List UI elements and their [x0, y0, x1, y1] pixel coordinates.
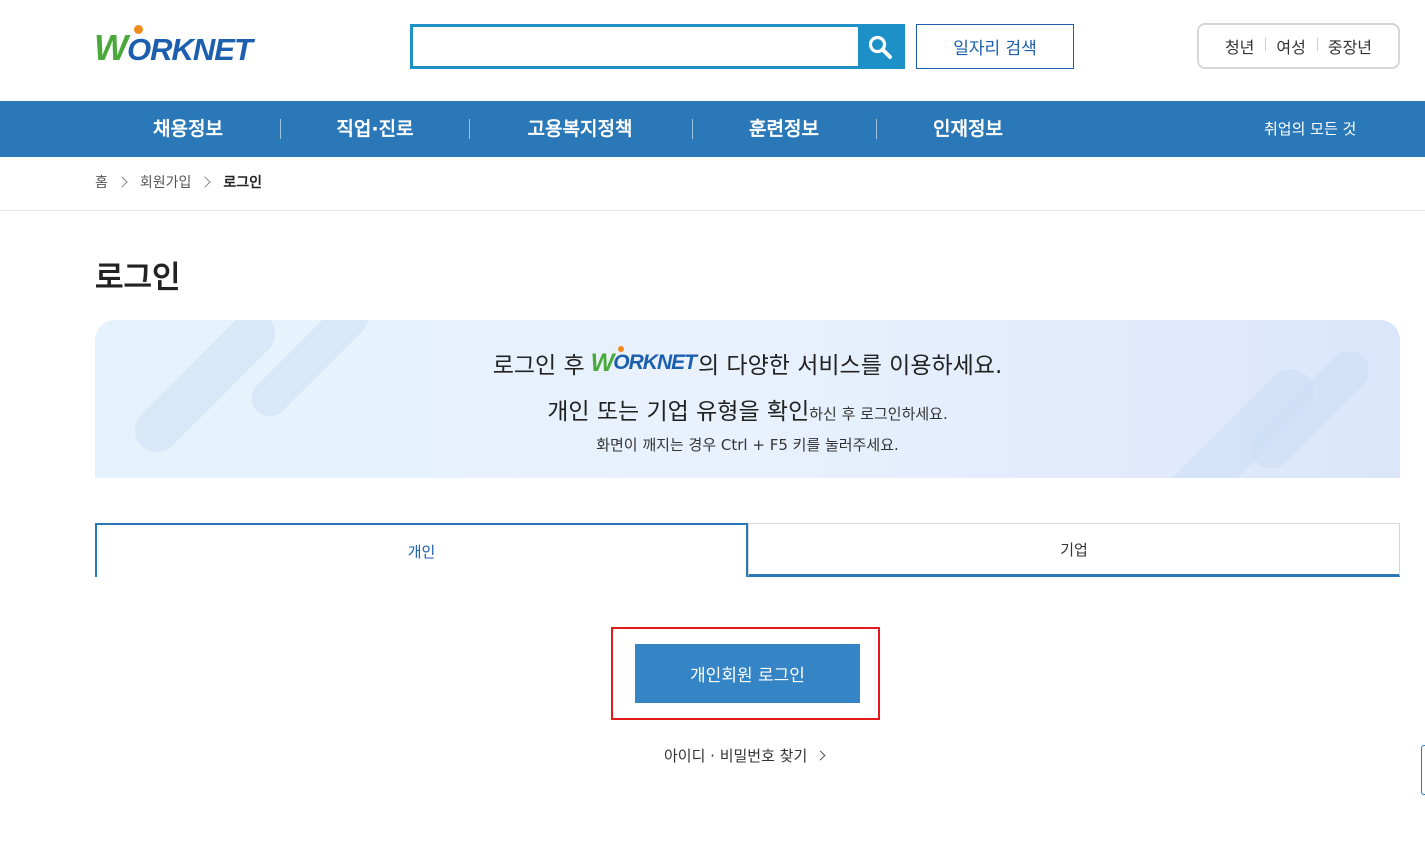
divider: [0, 210, 1425, 211]
breadcrumb-current: 로그인: [223, 175, 263, 191]
nav-item-welfare-policy[interactable]: 고용복지정책: [520, 101, 640, 157]
logo-text-rest: RKNET: [150, 32, 253, 67]
find-link-label: 아이디 · 비밀번호 찾기: [664, 746, 808, 765]
nav-item-training[interactable]: 훈련정보: [744, 101, 824, 157]
audience-selector: 청년 여성 중장년: [1197, 23, 1400, 69]
job-search-button[interactable]: 일자리 검색: [916, 24, 1074, 69]
audience-women-link[interactable]: 여성: [1265, 34, 1316, 58]
personal-login-button[interactable]: 개인회원 로그인: [635, 644, 860, 703]
worknet-logo-small: W O RKNET: [591, 346, 697, 378]
logo-letter-o: O: [127, 25, 151, 67]
page-title: 로그인: [95, 260, 181, 296]
breadcrumb-home[interactable]: 홈: [95, 172, 108, 192]
nav-item-career[interactable]: 직업·진로: [332, 101, 418, 157]
search-icon: [868, 35, 892, 59]
breadcrumb-signup[interactable]: 회원가입: [140, 172, 192, 192]
nav-item-recruitment[interactable]: 채용정보: [148, 101, 228, 157]
tab-corporate[interactable]: 기업: [748, 523, 1400, 577]
member-type-tabs: 개인 기업: [95, 523, 1400, 577]
search-button[interactable]: [858, 27, 902, 66]
logo-letter-w: W: [94, 27, 128, 68]
breadcrumb: 홈 회원가입 로그인: [95, 170, 262, 194]
tab-personal[interactable]: 개인: [95, 523, 748, 577]
audience-youth-link[interactable]: 청년: [1214, 34, 1265, 58]
nav-item-all-about-jobs[interactable]: 취업의 모든 것: [1264, 101, 1356, 157]
chevron-right-icon: [199, 176, 212, 188]
banner-subline: 개인 또는 기업 유형을 확인하신 후 로그인하세요.: [547, 399, 948, 425]
site-header: W ORKNET 일자리 검색 청년 여성 중장년: [0, 0, 1425, 101]
find-id-password-link[interactable]: 아이디 · 비밀번호 찾기: [664, 743, 826, 767]
search-input[interactable]: [413, 27, 858, 66]
main-nav: 채용정보 직업·진로 고용복지정책 훈련정보 인재정보 취업의 모든 것: [0, 101, 1425, 157]
chevron-right-icon: [815, 750, 826, 760]
login-info-banner: 로그인 후 W O RKNET 의 다양한 서비스를 이용하세요. 개인 또는 기업…: [95, 320, 1400, 478]
banner-headline: 로그인 후 W O RKNET 의 다양한 서비스를 이용하세요.: [95, 346, 1400, 380]
worknet-logo[interactable]: W ORKNET: [94, 25, 269, 70]
search-box: [410, 24, 905, 69]
banner-note: 화면이 깨지는 경우 Ctrl + F5 키를 눌러주세요.: [596, 436, 899, 454]
side-floating-tab[interactable]: [1421, 745, 1425, 795]
audience-middle-aged-link[interactable]: 중장년: [1316, 34, 1383, 58]
nav-item-talent[interactable]: 인재정보: [928, 101, 1008, 157]
chevron-right-icon: [116, 176, 128, 188]
